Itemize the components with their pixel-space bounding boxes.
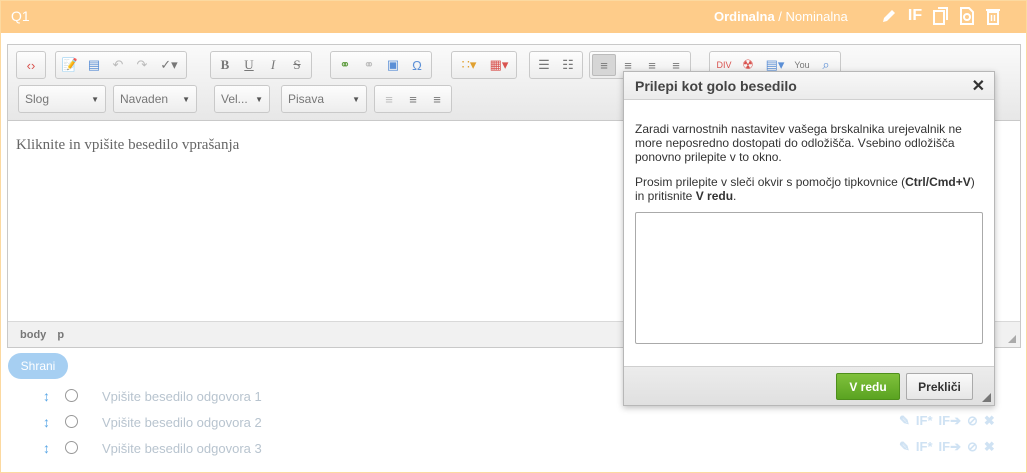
if-arrow-icon[interactable]: IF➔ [939,413,961,429]
instruction-keys: Ctrl/Cmd+V [905,175,971,189]
toolbar-group-insert: ∷▾ ▦▾ [451,51,517,79]
block-icon[interactable]: ⊘ [967,413,978,429]
question-header: Q1 Ordinalna / Nominalna IF [1,1,1026,33]
toolbar-group-source: ‹› [16,51,46,79]
toolbar-group-indent: ≡ ≡ ≡ [374,85,452,113]
if-icon[interactable]: IF [905,6,925,26]
path-body[interactable]: body [20,329,46,341]
drag-handle-icon[interactable]: ↕ [43,440,50,456]
indent-icon[interactable]: ≡ [401,88,425,110]
radio-button[interactable] [65,441,78,454]
chevron-down-icon: ▼ [255,94,263,104]
toolbar-group-basicstyles: B U I S [210,51,312,79]
answer-text[interactable]: Vpišite besedilo odgovora 1 [102,389,262,404]
answer-actions: ✎ IF* IF➔ ⊘ ✖ [899,413,995,429]
type-nominal[interactable]: Nominalna [786,9,848,24]
cancel-button[interactable]: Prekliči [906,373,973,400]
resize-handle[interactable] [1008,335,1016,343]
pencil-icon[interactable]: ✎ [899,439,910,455]
trash-icon[interactable] [983,6,1003,26]
size-combo[interactable]: Vel... ▼ [214,85,270,113]
ok-button[interactable]: V redu [836,373,900,400]
block-icon[interactable]: ⊘ [967,439,978,455]
underline-icon[interactable]: U [237,54,261,76]
paste-word-icon[interactable]: ▤ [82,54,106,76]
toolbar-group-paragraph: ☰ ☷ [529,51,583,79]
font-combo[interactable]: Pisava ▼ [281,85,367,113]
type-ordinal[interactable]: Ordinalna [714,9,775,24]
drag-handle-icon[interactable]: ↕ [43,388,50,404]
dialog-instruction: Prosim prilepite v sleči okvir s pomočjo… [635,175,985,203]
bullet-list-icon[interactable]: ☷ [556,54,580,76]
if-arrow-icon[interactable]: IF➔ [939,439,961,455]
question-type-switch[interactable]: Ordinalna / Nominalna [714,9,848,24]
image-icon[interactable]: ▣ [381,54,405,76]
paste-text-icon[interactable]: 📝 [58,54,82,76]
instruction-suffix: . [733,189,737,203]
chevron-down-icon: ▼ [352,94,360,104]
type-separator: / [774,9,786,24]
italic-icon[interactable]: I [261,54,285,76]
source-icon[interactable]: ‹› [19,54,43,76]
unlink-icon[interactable]: ⚭ [357,54,381,76]
pencil-icon[interactable]: ✎ [899,413,910,429]
blockquote-icon[interactable]: ≡ [425,88,449,110]
dialog-title[interactable]: Prilepi kot golo besedilo [624,72,994,100]
chevron-down-icon: ▼ [91,94,99,104]
if-icon[interactable]: IF* [916,413,933,429]
dialog-title-text: Prilepi kot golo besedilo [635,78,797,94]
list-item: ↕ Vpišite besedilo odgovora 2 ✎ IF* IF➔ … [1,410,1026,436]
save-button[interactable]: Shrani [8,353,68,379]
close-icon[interactable]: ✕ [972,76,985,96]
font-combo-label: Pisava [288,92,325,106]
if-icon[interactable]: IF* [916,439,933,455]
toolbar-group-links: ⚭ ⚭ ▣ Ω [330,51,432,79]
strike-icon[interactable]: S [285,54,309,76]
trash-icon[interactable]: ✖ [984,439,995,455]
pencil-icon[interactable] [879,6,899,26]
trash-icon[interactable]: ✖ [984,413,995,429]
dialog-resize-handle[interactable] [982,393,991,402]
paste-textarea[interactable] [635,212,983,344]
instruction-ok: V redu [695,189,734,203]
redo-icon[interactable]: ↷ [130,54,154,76]
toolbar-group-clipboard: 📝 ▤ ↶ ↷ ✓▾ [55,51,187,79]
table-icon[interactable]: ▦▾ [484,54,514,76]
radio-button[interactable] [65,389,78,402]
path-p[interactable]: p [57,329,64,341]
dialog-message: Zaradi varnostnih nastavitev vašega brsk… [635,122,962,164]
numbered-list-icon[interactable]: ☰ [532,54,556,76]
style-combo[interactable]: Slog ▼ [18,85,106,113]
copy-icon[interactable] [931,6,951,26]
undo-icon[interactable]: ↶ [106,54,130,76]
link-icon[interactable]: ⚭ [333,54,357,76]
question-actions: IF [879,6,1003,26]
editor-content[interactable]: Kliknite in vpišite besedilo vprašanja [16,137,239,154]
radio-button[interactable] [65,415,78,428]
drag-handle-icon[interactable]: ↕ [43,414,50,430]
answer-actions: ✎ IF* IF➔ ⊘ ✖ [899,439,995,455]
format-combo[interactable]: Navaden ▼ [113,85,197,113]
outdent-icon[interactable]: ≡ [377,88,401,110]
bold-icon[interactable]: B [213,54,237,76]
answer-text[interactable]: Vpišite besedilo odgovora 2 [102,415,262,430]
dialog-footer: V redu Prekliči [624,366,994,405]
instruction-prefix: Prosim prilepite v sleči okvir s pomočjo… [635,175,906,189]
preview-icon[interactable] [957,6,977,26]
question-number: Q1 [11,8,30,24]
style-combo-label: Slog [25,92,50,106]
align-left-icon[interactable]: ≡ [592,54,616,76]
format-combo-label: Navaden [120,92,169,106]
size-combo-label: Vel... [221,92,248,106]
spellcheck-icon[interactable]: ✓▾ [154,54,184,76]
emoticon-grid-icon[interactable]: ∷▾ [454,54,484,76]
answer-text[interactable]: Vpišite besedilo odgovora 3 [102,441,262,456]
special-char-icon[interactable]: Ω [405,54,429,76]
list-item: ↕ Vpišite besedilo odgovora 3 ✎ IF* IF➔ … [1,436,1026,462]
paste-text-dialog: Prilepi kot golo besedilo ✕ Zaradi varno… [623,71,995,406]
chevron-down-icon: ▼ [182,94,190,104]
